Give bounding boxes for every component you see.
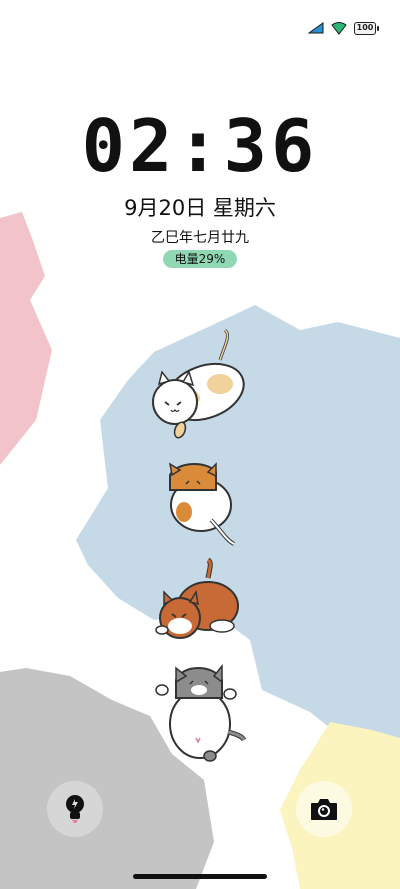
cat-four <box>155 663 247 762</box>
flashlight-icon <box>66 795 84 823</box>
cellular-signal-icon <box>308 22 324 34</box>
flashlight-button[interactable] <box>47 781 103 837</box>
lock-screen: 100 02:36 9月20日 星期六 乙巳年七月廿九 电量29% <box>0 0 400 889</box>
home-indicator[interactable] <box>133 874 267 879</box>
charging-status-badge: 电量29% <box>163 250 237 268</box>
pink-blob <box>0 212 52 465</box>
battery-icon: 100 <box>354 21 379 35</box>
camera-button[interactable] <box>296 781 352 837</box>
lock-date: 9月20日 星期六 <box>124 196 276 220</box>
wifi-icon <box>331 21 347 35</box>
lock-clock: 02:36 <box>81 104 319 188</box>
status-bar: 100 <box>308 18 379 38</box>
lunar-date: 乙巳年七月廿九 <box>151 230 249 246</box>
camera-icon <box>311 799 337 820</box>
